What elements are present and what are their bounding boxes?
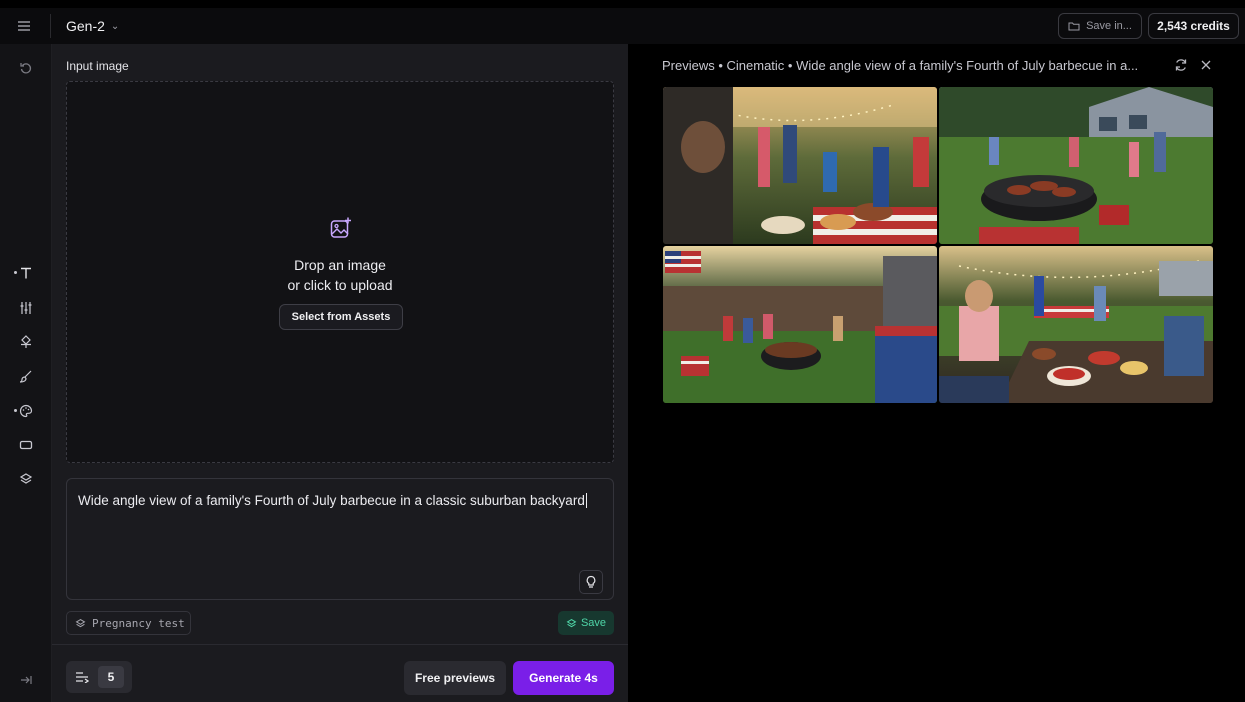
- drop-text-line2: or click to upload: [287, 277, 393, 293]
- add-image-icon: [329, 216, 353, 240]
- settings-sliders-icon[interactable]: [66, 661, 98, 693]
- collapse-icon[interactable]: [10, 666, 42, 694]
- select-from-assets-button[interactable]: Select from Assets: [279, 304, 403, 330]
- credits-label: 2,543 credits: [1157, 19, 1230, 33]
- previews-panel: Previews • Cinematic • Wide angle view o…: [628, 44, 1245, 702]
- text-icon[interactable]: [10, 259, 42, 287]
- close-icon[interactable]: [1197, 56, 1215, 74]
- previews-title: Previews • Cinematic • Wide angle view o…: [662, 58, 1139, 73]
- lightbulb-icon[interactable]: [579, 570, 603, 594]
- prompt-text[interactable]: Wide angle view of a family's Fourth of …: [78, 493, 585, 508]
- aspect-ratio-icon[interactable]: [10, 431, 42, 459]
- model-select[interactable]: Gen-2 ⌄: [60, 14, 125, 38]
- palette-icon[interactable]: [10, 397, 42, 425]
- refresh-icon[interactable]: [1172, 56, 1190, 74]
- save-preset-label: Save: [580, 617, 607, 629]
- top-bar: Gen-2 ⌄ Save in... 2,543 credits: [0, 8, 1245, 44]
- hamburger-icon[interactable]: [14, 16, 34, 36]
- divider: [50, 14, 51, 38]
- prompt-text-wrap: Wide angle view of a family's Fourth of …: [78, 493, 587, 508]
- model-name: Gen-2: [66, 18, 105, 34]
- drop-text-line1: Drop an image: [294, 257, 386, 273]
- input-image-label: Input image: [66, 59, 129, 73]
- preview-image-1[interactable]: [663, 87, 937, 244]
- layers-icon: [566, 618, 577, 627]
- preset-label: Pregnancy test: [92, 616, 185, 630]
- save-preset-button[interactable]: Save: [558, 611, 614, 635]
- preset-chip[interactable]: Pregnancy test: [66, 611, 191, 635]
- credits-badge[interactable]: 2,543 credits: [1148, 13, 1239, 39]
- active-dot: [14, 409, 17, 412]
- brush-icon[interactable]: [10, 362, 42, 390]
- active-dot: [14, 271, 17, 274]
- tool-rail: [0, 44, 52, 702]
- save-in-label: Save in...: [1086, 20, 1132, 32]
- move-icon[interactable]: [10, 328, 42, 356]
- layers-icon: [75, 618, 86, 627]
- undo-icon[interactable]: [10, 54, 42, 82]
- input-panel: Input image Drop an image or click to up…: [52, 44, 628, 702]
- layers-icon[interactable]: [10, 465, 42, 493]
- preview-image-3[interactable]: [663, 246, 937, 403]
- generate-bar: 5 Free previews Generate 4s: [52, 644, 628, 702]
- preview-image-2[interactable]: [939, 87, 1213, 244]
- folder-icon: [1068, 22, 1080, 31]
- prompt-input[interactable]: Wide angle view of a family's Fourth of …: [66, 478, 614, 600]
- generate-button[interactable]: Generate 4s: [513, 661, 614, 695]
- preview-image-4[interactable]: [939, 246, 1213, 403]
- text-caret: [585, 493, 587, 508]
- chevron-down-icon: ⌄: [110, 20, 120, 32]
- free-previews-button[interactable]: Free previews: [404, 661, 506, 695]
- output-count[interactable]: 5: [98, 666, 124, 688]
- save-in-button[interactable]: Save in...: [1058, 13, 1142, 39]
- output-count-control[interactable]: 5: [66, 661, 132, 693]
- sliders-icon[interactable]: [10, 294, 42, 322]
- image-dropzone[interactable]: Drop an image or click to upload Select …: [66, 81, 614, 463]
